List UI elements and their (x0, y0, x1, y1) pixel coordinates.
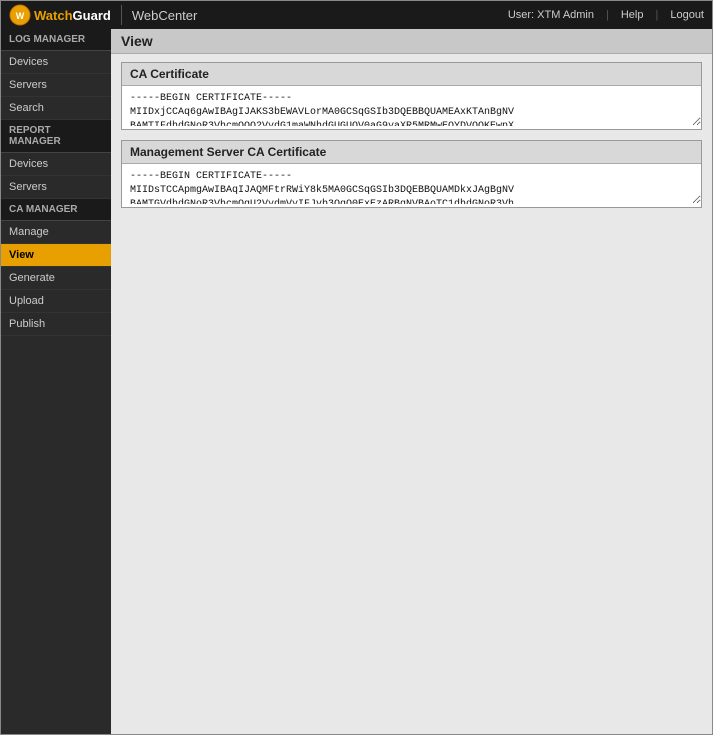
logo: W WatchGuard (9, 4, 111, 26)
logo-watch-text: Watch (34, 8, 73, 23)
webcenter-label: WebCenter (132, 8, 198, 23)
ca-certificate-title: CA Certificate (122, 63, 701, 86)
main-layout: LOG MANAGER Devices Servers Search REPOR… (1, 29, 712, 734)
ca-manager-header: CA MANAGER (1, 199, 111, 221)
topbar-divider (121, 5, 122, 25)
sidebar-item-devices-log[interactable]: Devices (1, 51, 111, 74)
sidebar-item-view[interactable]: View (1, 244, 111, 267)
logout-link[interactable]: Logout (670, 9, 704, 21)
logo-guard-text: Guard (73, 8, 111, 23)
watchguard-logo: W WatchGuard (9, 4, 111, 26)
mgmt-ca-certificate-section: Management Server CA Certificate (121, 140, 702, 208)
sidebar-item-servers-log[interactable]: Servers (1, 74, 111, 97)
mgmt-ca-certificate-title: Management Server CA Certificate (122, 141, 701, 164)
sidebar-item-generate[interactable]: Generate (1, 267, 111, 290)
help-link[interactable]: Help (621, 9, 644, 21)
ca-certificate-content[interactable] (122, 86, 701, 126)
sidebar-item-upload[interactable]: Upload (1, 290, 111, 313)
log-manager-header: LOG MANAGER (1, 29, 111, 51)
topbar-divider2: | (606, 9, 609, 21)
topbar-divider3: | (655, 9, 658, 21)
sidebar-item-devices-report[interactable]: Devices (1, 153, 111, 176)
content-header: View (111, 29, 712, 54)
content-area: View CA Certificate Management Server CA… (111, 29, 712, 734)
sidebar-item-servers-report[interactable]: Servers (1, 176, 111, 199)
content-body: CA Certificate Management Server CA Cert… (111, 54, 712, 734)
svg-text:W: W (16, 11, 25, 21)
sidebar: LOG MANAGER Devices Servers Search REPOR… (1, 29, 111, 734)
user-label: User: XTM Admin (508, 9, 594, 21)
sidebar-item-manage[interactable]: Manage (1, 221, 111, 244)
topbar-right-links: User: XTM Admin | Help | Logout (508, 9, 704, 21)
report-manager-header: REPORT MANAGER (1, 120, 111, 153)
sidebar-item-search[interactable]: Search (1, 97, 111, 120)
topbar: W WatchGuard WebCenter User: XTM Admin |… (1, 1, 712, 29)
mgmt-ca-certificate-content[interactable] (122, 164, 701, 204)
sidebar-item-publish[interactable]: Publish (1, 313, 111, 336)
ca-certificate-section: CA Certificate (121, 62, 702, 130)
